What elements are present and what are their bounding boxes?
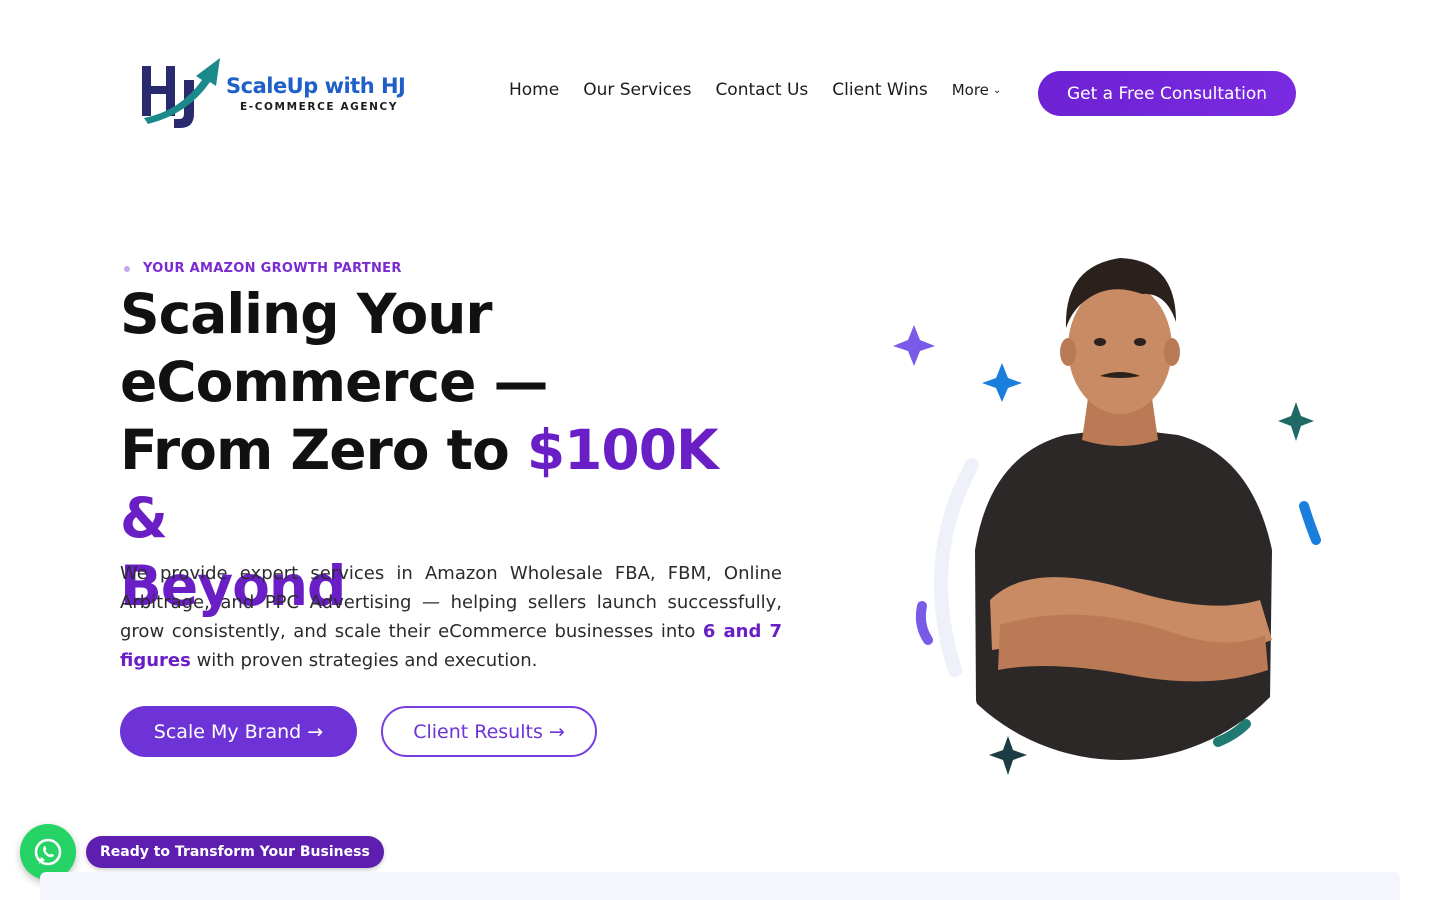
headline-line-1: Scaling Your [120,282,493,346]
description-text-2: with proven strategies and execution. [190,650,538,671]
free-consultation-button[interactable]: Get a Free Consultation [1038,71,1296,116]
scale-my-brand-button[interactable]: Scale My Brand → [120,706,357,757]
nav-more-label: More [951,81,989,99]
logo-wordmark: ScaleUp with HJ E-COMMERCE AGENCY [226,74,406,113]
nav-client-wins[interactable]: Client Wins [832,80,927,100]
nav-more-dropdown[interactable]: More ⌄ [952,81,1002,99]
description-text-1: We provide expert services in Amazon Who… [120,563,782,642]
main-nav: Home Our Services Contact Us Client Wins… [509,80,1025,100]
chevron-down-icon: ⌄ [992,84,1002,96]
headline-line-2: eCommerce — [120,350,549,414]
hero-eyebrow: YOUR AMAZON GROWTH PARTNER [124,261,402,276]
nav-home[interactable]: Home [509,80,559,100]
next-section-preview [40,872,1400,900]
brand-tagline: E-COMMERCE AGENCY [240,101,399,113]
client-results-button[interactable]: Client Results → [381,706,597,757]
whatsapp-icon [34,838,62,866]
headline-line-3: From Zero to [120,418,527,482]
whatsapp-label[interactable]: Ready to Transform Your Business [86,836,384,868]
sparkle-teal-icon [1278,402,1314,441]
eyebrow-text: YOUR AMAZON GROWTH PARTNER [143,261,402,276]
hero-description: We provide expert services in Amazon Who… [120,559,782,675]
hero-portrait-image [893,258,1321,775]
nav-contact-us[interactable]: Contact Us [715,80,808,100]
logo-monogram-icon [142,58,220,128]
eyebrow-dot-icon [124,265,130,272]
sparkle-dark-icon [989,736,1027,775]
nav-our-services[interactable]: Our Services [583,80,691,100]
sparkle-blue-icon [982,363,1022,402]
brand-name: ScaleUp with HJ [226,74,406,98]
sparkle-purple-icon [893,325,935,366]
